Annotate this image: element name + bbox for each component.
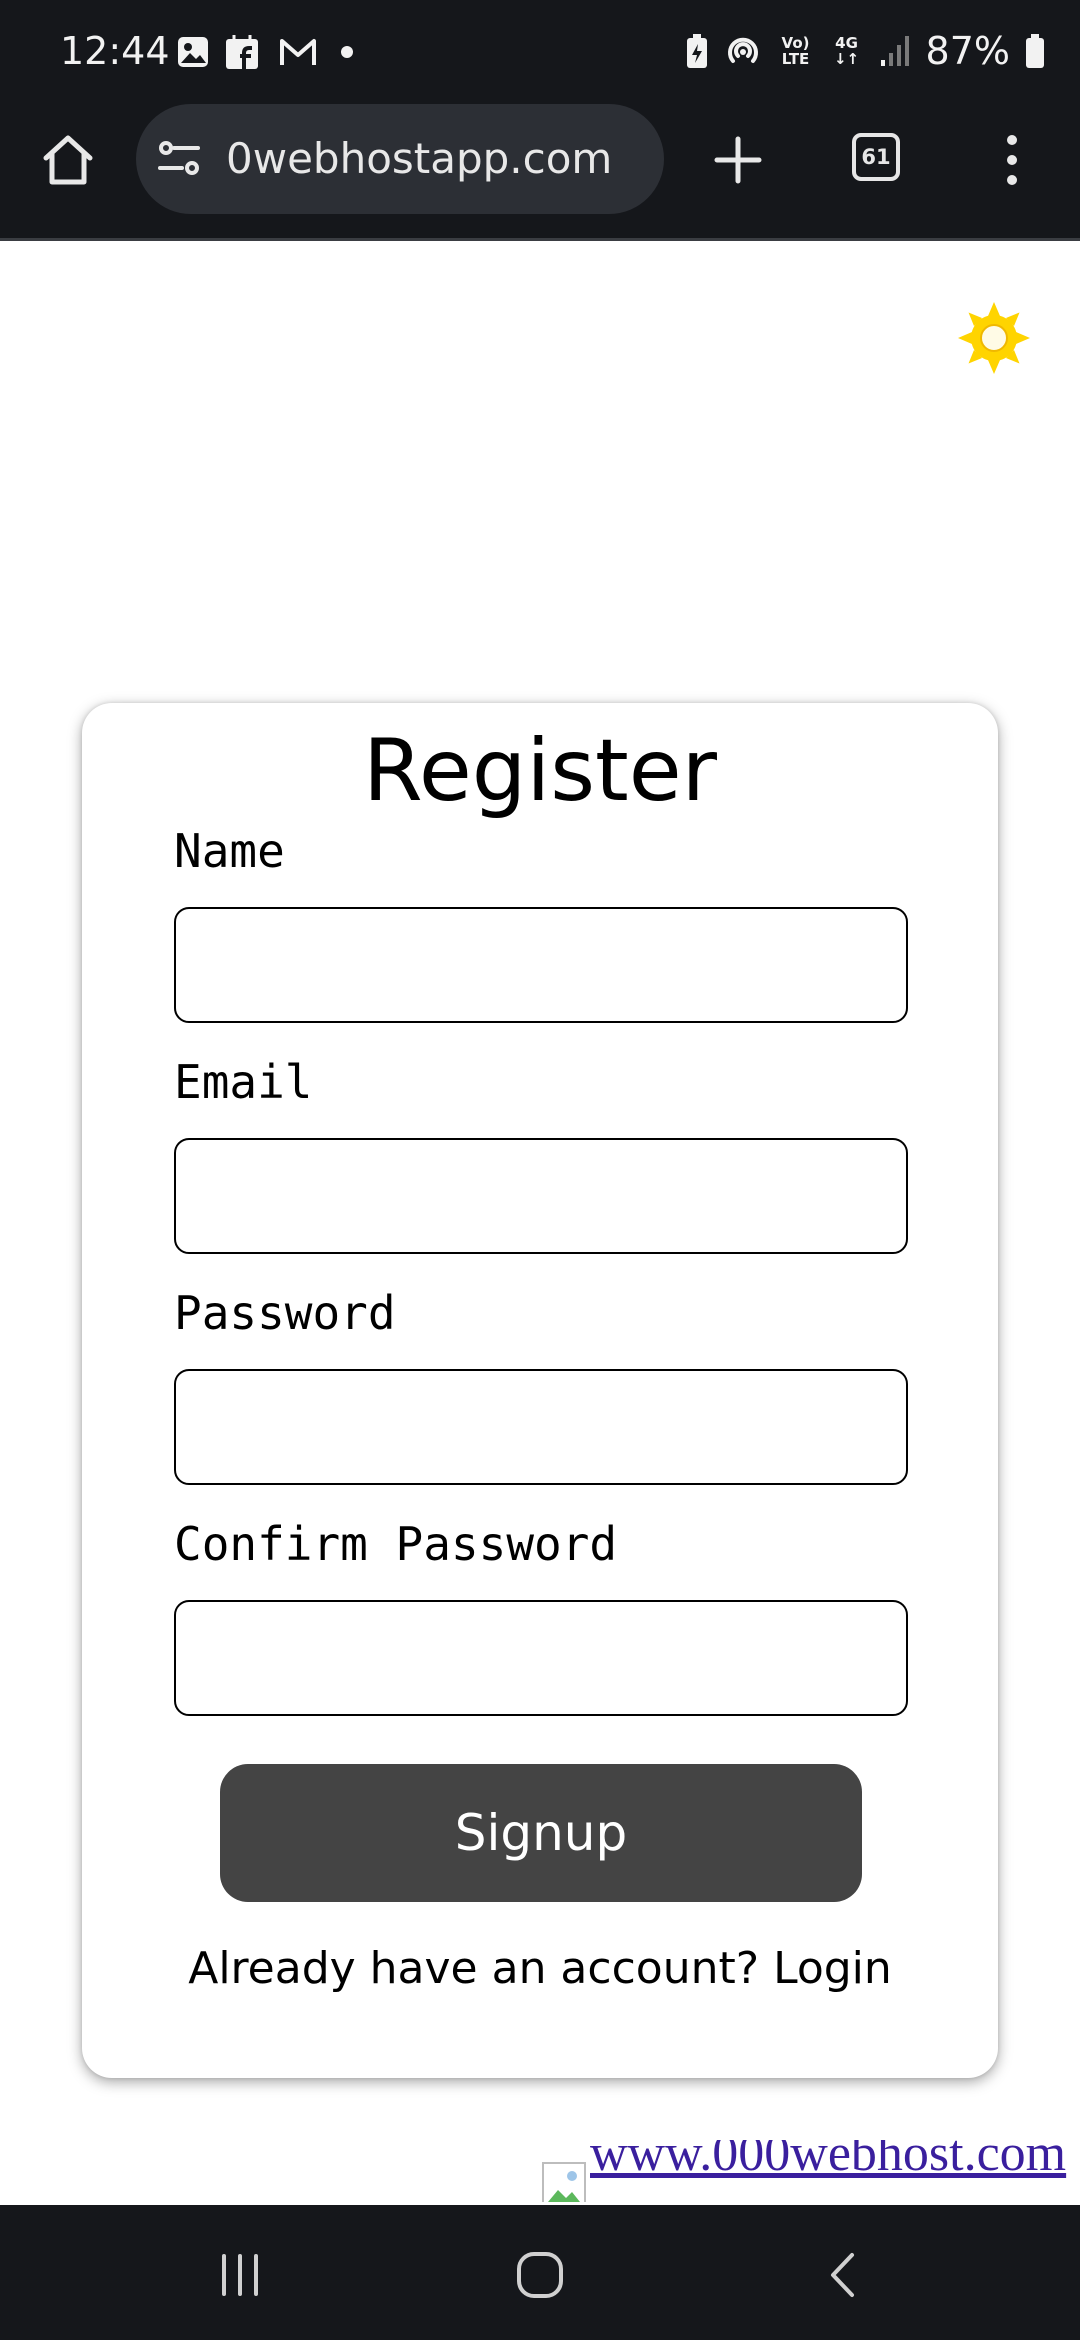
- volte-label-bottom: LTE: [781, 50, 810, 68]
- password-input[interactable]: [174, 1369, 908, 1485]
- login-prompt: Already have an account?: [188, 1943, 774, 1994]
- volte-label-top: Vo): [781, 34, 810, 52]
- hotspot-icon: [727, 37, 758, 63]
- tab-switcher-button[interactable]: 61: [852, 133, 900, 181]
- gallery-icon: [178, 37, 208, 67]
- signal-icon: [880, 36, 909, 66]
- network-label: 4G: [835, 34, 858, 52]
- password-label: Password: [174, 1286, 396, 1340]
- battery-percent: 87%: [925, 29, 1010, 73]
- new-tab-button[interactable]: [706, 128, 770, 192]
- gmail-icon: [280, 39, 316, 65]
- recent-apps-button[interactable]: [200, 2235, 280, 2315]
- name-input[interactable]: [174, 907, 908, 1023]
- recent-apps-icon: [222, 2254, 258, 2296]
- login-prompt-line: Already have an account? Login: [82, 1942, 998, 1996]
- sun-icon[interactable]: [958, 302, 1030, 374]
- signup-button[interactable]: Signup: [220, 1764, 862, 1902]
- battery-saver-icon: [686, 34, 707, 68]
- login-link[interactable]: Login: [773, 1943, 892, 1994]
- host-badge[interactable]: www.000webhost.com: [538, 2140, 1080, 2202]
- confirm-password-input[interactable]: [174, 1600, 908, 1716]
- home-button[interactable]: [36, 128, 100, 192]
- email-label: Email: [174, 1055, 313, 1109]
- data-arrows-icon: ↓↑: [833, 50, 860, 68]
- url-text[interactable]: 0webhostapp.com: [226, 134, 612, 184]
- volte-icon: Vo) LTE: [776, 35, 816, 67]
- email-input[interactable]: [174, 1138, 908, 1254]
- navigation-bar: [0, 2205, 1080, 2340]
- page-title: Register: [362, 721, 718, 821]
- facebook-notification-icon: [226, 35, 258, 69]
- 4g-data-icon: 4G ↓↑: [830, 35, 864, 67]
- confirm-password-label: Confirm Password: [174, 1517, 618, 1571]
- broken-image-icon: [542, 2162, 586, 2202]
- back-icon: [831, 2253, 854, 2297]
- notification-icons: [176, 34, 362, 70]
- back-button[interactable]: [804, 2235, 884, 2315]
- status-time: 12:44: [60, 29, 170, 73]
- more-menu-button[interactable]: [992, 128, 1032, 192]
- home-icon: [43, 135, 93, 185]
- plus-icon: [714, 136, 762, 184]
- browser-toolbar: 0webhostapp.com 61: [0, 102, 1080, 241]
- home-circle-icon: [517, 2252, 563, 2298]
- status-bar: 12:44 Vo) LTE 4G ↓↑ 87%: [0, 0, 1080, 102]
- tab-count: 61: [861, 145, 891, 169]
- name-label: Name: [174, 824, 285, 878]
- system-status-icons: Vo) LTE 4G ↓↑ 87%: [684, 28, 1046, 74]
- more-vert-icon: [1007, 135, 1017, 185]
- host-link[interactable]: www.000webhost.com: [590, 2140, 1066, 2184]
- battery-icon: [1026, 34, 1044, 68]
- more-notifications-dot-icon: [341, 46, 353, 58]
- address-bar[interactable]: 0webhostapp.com: [136, 104, 664, 214]
- home-nav-button[interactable]: [500, 2235, 580, 2315]
- register-card: Register Name Email Password Confirm Pas…: [82, 703, 998, 2078]
- site-info-icon[interactable]: [156, 136, 202, 182]
